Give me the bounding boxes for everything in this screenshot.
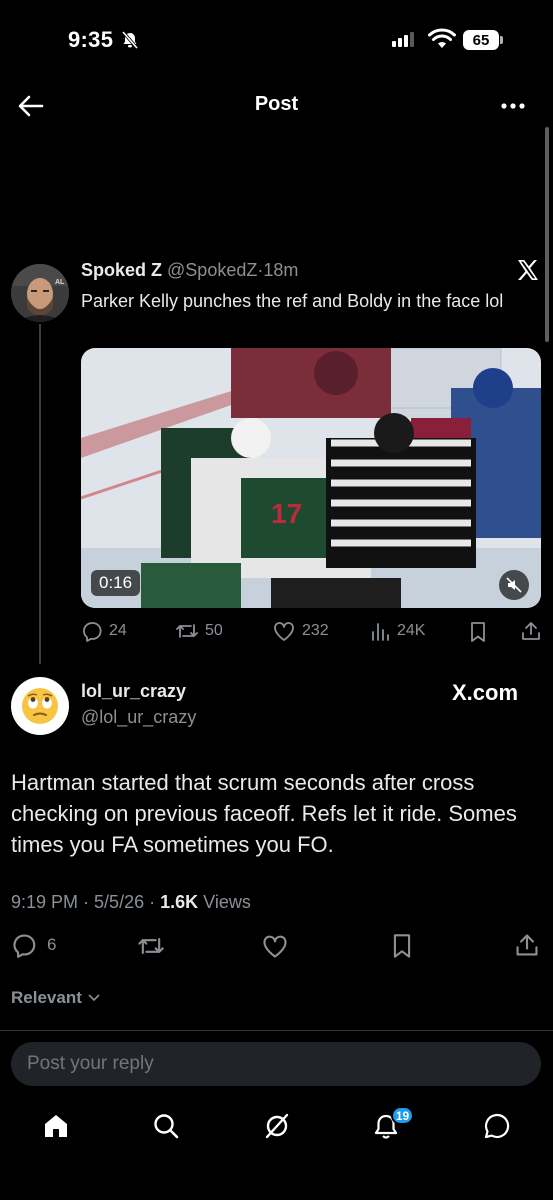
tab-messages[interactable] bbox=[481, 1110, 513, 1142]
notifications-badge: 19 bbox=[391, 1106, 414, 1125]
quoted-post-actions: 24 50 232 24K bbox=[81, 620, 543, 646]
post-actions: 6 bbox=[11, 932, 541, 960]
reply-input[interactable]: Post your reply bbox=[11, 1042, 541, 1086]
share-icon[interactable] bbox=[520, 620, 542, 642]
scrollbar[interactable] bbox=[545, 127, 549, 342]
x-com-label: X.com bbox=[452, 680, 519, 705]
author-handle[interactable]: @SpokedZ bbox=[167, 260, 257, 280]
video-player[interactable]: 17 0:16 bbox=[81, 348, 541, 608]
views-icon bbox=[372, 623, 389, 641]
post-time-ago: 18m bbox=[263, 260, 299, 280]
post-date: 5/5/26 bbox=[94, 892, 145, 912]
search-icon bbox=[154, 1114, 179, 1139]
video-duration: 0:16 bbox=[91, 570, 141, 596]
bookmark-icon[interactable] bbox=[468, 621, 488, 643]
home-icon bbox=[45, 1115, 67, 1137]
share-icon[interactable] bbox=[514, 932, 540, 958]
tab-grok[interactable] bbox=[261, 1110, 293, 1142]
svg-text:AL: AL bbox=[55, 279, 65, 286]
wifi-icon bbox=[428, 28, 456, 48]
battery-indicator: 65 bbox=[463, 30, 499, 50]
repost-icon bbox=[176, 624, 198, 638]
bottom-tab-bar bbox=[0, 1100, 553, 1160]
repost-count: 50 bbox=[205, 622, 223, 639]
status-time: 9:35 bbox=[68, 27, 114, 52]
like-count: 232 bbox=[302, 622, 329, 639]
author-handle[interactable]: @lol_ur_crazy bbox=[81, 707, 196, 728]
rolling-eyes-emoji-icon bbox=[22, 688, 58, 724]
grok-icon bbox=[265, 1113, 289, 1139]
post-meta: 9:19 PM · 5/5/26 · 1.6K Views bbox=[11, 892, 251, 912]
cellular-signal-icon bbox=[392, 32, 414, 47]
thread-connector-line bbox=[39, 324, 41, 664]
repost-button[interactable]: 50 bbox=[175, 620, 223, 642]
quoted-post-header: Spoked Z @SpokedZ·18m bbox=[81, 260, 298, 281]
views-button[interactable]: 24K bbox=[371, 620, 425, 642]
views-count: 1.6K bbox=[160, 892, 199, 912]
author-name[interactable]: Spoked Z bbox=[81, 260, 162, 280]
chevron-down-icon bbox=[88, 994, 100, 1002]
battery-nub bbox=[500, 36, 503, 44]
author-name[interactable]: lol_ur_crazy bbox=[81, 681, 186, 702]
views-label: Views bbox=[203, 892, 251, 912]
avatar[interactable]: AL bbox=[11, 264, 69, 322]
reply-button[interactable]: 6 bbox=[11, 932, 56, 958]
post-text: Hartman started that scrum seconds after… bbox=[11, 770, 517, 857]
repost-icon[interactable] bbox=[137, 933, 165, 959]
mute-icon[interactable] bbox=[499, 570, 529, 600]
like-icon bbox=[274, 622, 294, 641]
video-thumbnail: 17 bbox=[81, 348, 541, 608]
avatar[interactable] bbox=[11, 677, 69, 735]
post-time: 9:19 PM bbox=[11, 892, 79, 912]
x-logo-icon bbox=[518, 260, 538, 280]
like-icon[interactable] bbox=[261, 933, 289, 959]
sort-dropdown[interactable]: Relevant bbox=[11, 988, 101, 1008]
quoted-post-text: Parker Kelly punches the ref and Boldy i… bbox=[81, 291, 504, 311]
like-button[interactable]: 232 bbox=[272, 620, 329, 642]
bookmark-icon[interactable] bbox=[390, 933, 414, 959]
more-icon[interactable] bbox=[497, 92, 529, 120]
reply-button[interactable]: 24 bbox=[81, 620, 127, 642]
reply-placeholder: Post your reply bbox=[27, 1053, 154, 1074]
reply-count: 6 bbox=[47, 935, 57, 954]
reply-icon bbox=[83, 622, 102, 642]
reply-count: 24 bbox=[109, 622, 127, 639]
sort-label: Relevant bbox=[11, 988, 82, 1007]
messages-icon bbox=[484, 1113, 510, 1139]
divider bbox=[0, 1030, 553, 1031]
tab-search[interactable] bbox=[150, 1110, 182, 1142]
tab-home[interactable] bbox=[40, 1110, 72, 1142]
views-count: 24K bbox=[397, 622, 426, 639]
svg-text:17: 17 bbox=[271, 498, 302, 529]
page-title: Post bbox=[254, 93, 299, 115]
reply-icon bbox=[13, 934, 36, 958]
status-bar: 9:35 65 bbox=[0, 0, 553, 80]
bell-silenced-icon bbox=[121, 30, 139, 50]
